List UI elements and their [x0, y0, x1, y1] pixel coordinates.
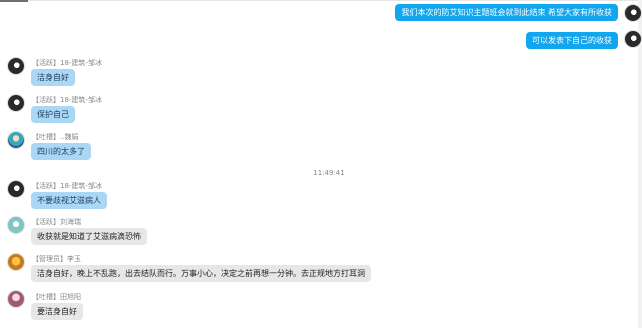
sender-name[interactable]: 【活跃】18-建筑-邹冰 — [32, 95, 102, 105]
message-bubble[interactable]: 洁身自好 — [31, 69, 75, 86]
sender-name[interactable]: 【管理员】李玉 — [32, 254, 81, 264]
message-bubble[interactable]: 要洁身自好 — [31, 303, 83, 320]
sender-avatar[interactable] — [7, 216, 25, 234]
message-bubble[interactable]: 不要歧视艾滋病人 — [31, 192, 107, 209]
sender-avatar[interactable] — [7, 253, 25, 271]
outgoing-message-bubble[interactable]: 可以发表下自己的收获 — [526, 32, 618, 49]
message-bubble[interactable]: 收获就是知道了艾滋病滴恐怖 — [31, 228, 147, 245]
message-bubble[interactable]: 保护自己 — [31, 106, 75, 123]
sender-name[interactable]: 【吐槽】..魏娟 — [32, 132, 78, 142]
top-divider — [0, 0, 642, 1]
sender-avatar[interactable] — [7, 57, 25, 75]
top-tab-indicator — [0, 0, 28, 2]
sender-avatar[interactable] — [7, 180, 25, 198]
sender-name[interactable]: 【活跃】刘海瑞 — [32, 217, 81, 227]
self-avatar[interactable] — [624, 30, 642, 48]
sender-avatar[interactable] — [7, 94, 25, 112]
outgoing-message-bubble[interactable]: 我们本次的防艾知识主题班会就到此结束 希望大家有所收获 — [395, 4, 618, 21]
self-avatar[interactable] — [624, 4, 642, 22]
chat-scrollbar[interactable] — [638, 0, 642, 328]
sender-name[interactable]: 【活跃】18-建筑-邹冰 — [32, 181, 102, 191]
sender-name[interactable]: 【活跃】18-建筑-邹冰 — [32, 58, 102, 68]
message-timestamp: 11:49:41 — [313, 169, 345, 177]
sender-name[interactable]: 【吐槽】田旭阳 — [32, 292, 81, 302]
message-bubble[interactable]: 洁身自好，晚上不乱跑，出去结队而行。万事小心，决定之前再想一分钟。去正规地方打耳… — [31, 265, 371, 282]
sender-avatar[interactable] — [7, 131, 25, 149]
sender-avatar[interactable] — [7, 290, 25, 308]
message-bubble[interactable]: 四川的太多了 — [31, 143, 91, 160]
